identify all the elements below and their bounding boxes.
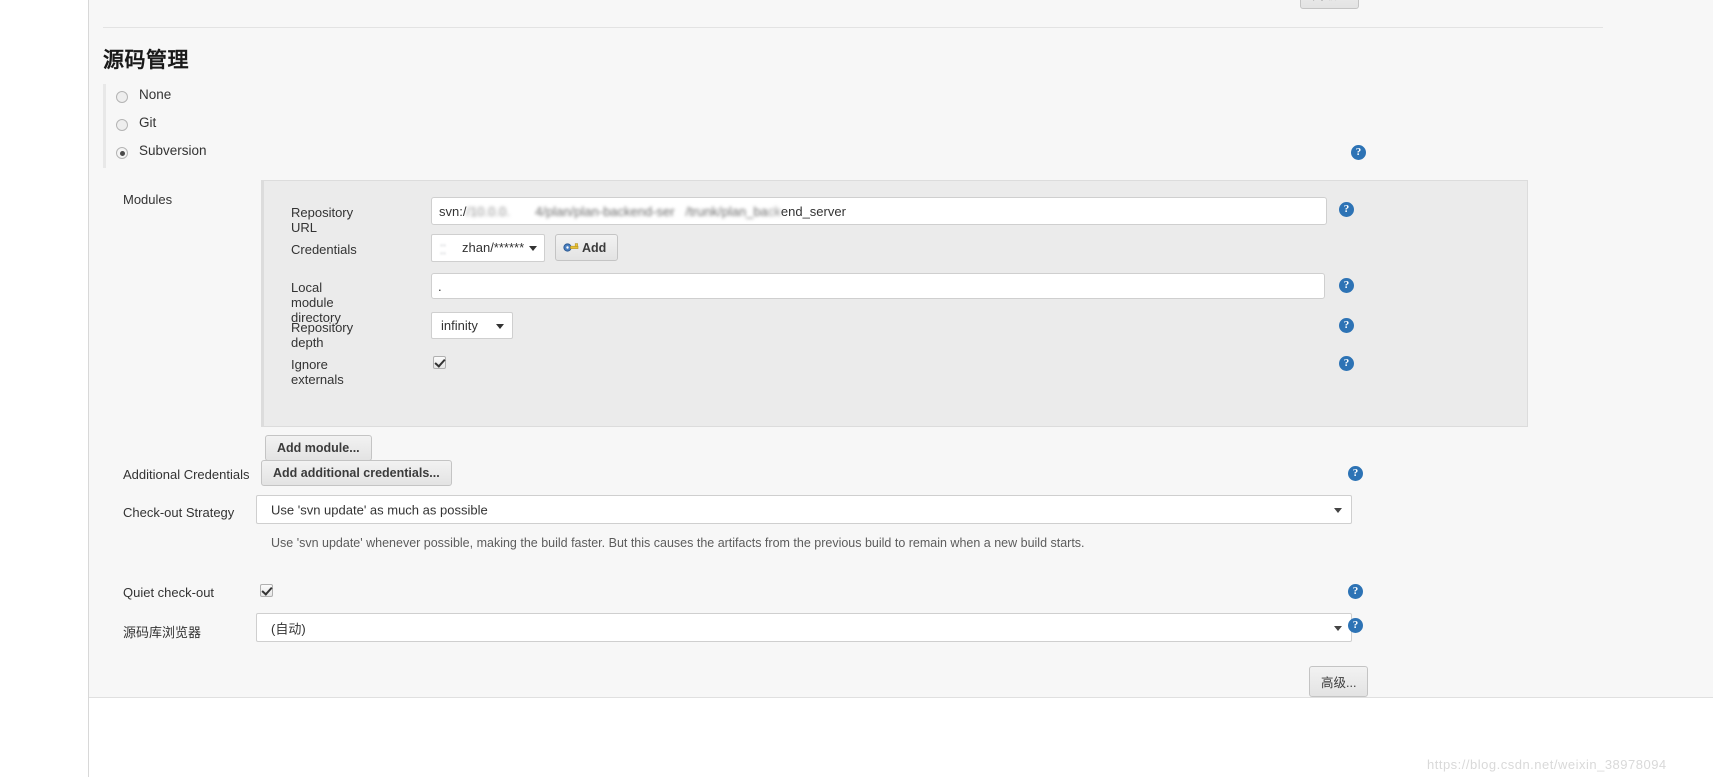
scm-radio-subversion-label: Subversion xyxy=(139,143,207,158)
chevron-down-icon-repository-browser xyxy=(1334,625,1342,631)
local-module-directory-input[interactable] xyxy=(431,273,1325,299)
chevron-down-icon-repository-depth xyxy=(496,323,504,329)
repository-url-input[interactable]: svn://10.0.0. 4/plan/plan-backend-ser /t… xyxy=(431,197,1327,225)
ignore-externals-label: Ignore externals xyxy=(291,357,344,387)
modules-label: Modules xyxy=(123,192,173,207)
checkout-strategy-select[interactable]: Use 'svn update' as much as possible xyxy=(256,495,1352,524)
local-module-directory-label: Local module directory xyxy=(291,280,341,325)
key-icon xyxy=(563,243,579,252)
chevron-down-icon-credentials xyxy=(529,246,537,251)
additional-credentials-label: Additional Credentials xyxy=(123,467,250,482)
scm-radio-group: None Git Subversion xyxy=(103,84,1606,168)
scm-radio-git-label: Git xyxy=(139,115,157,130)
scm-radio-git[interactable]: Git xyxy=(106,112,1606,140)
ignore-externals-checkbox[interactable] xyxy=(433,356,446,369)
radio-git-icon[interactable] xyxy=(116,119,128,131)
scm-config-panel: 高级... 源码管理 None Git Subversion xyxy=(89,0,1713,777)
quiet-checkout-label: Quiet check-out xyxy=(123,585,215,600)
help-icon-local-module-directory[interactable] xyxy=(1339,278,1354,293)
help-icon-subversion[interactable] xyxy=(1351,145,1366,160)
advanced-button-bottom[interactable]: 高级... xyxy=(1309,666,1369,697)
page-left-gutter xyxy=(0,0,88,777)
checkout-strategy-description: Use 'svn update' whenever possible, maki… xyxy=(271,536,1085,550)
help-icon-quiet-checkout[interactable] xyxy=(1348,584,1363,599)
radio-none-icon[interactable] xyxy=(116,91,128,103)
add-additional-credentials-button[interactable]: Add additional credentials... xyxy=(261,460,452,486)
scm-radio-none[interactable]: None xyxy=(106,84,1606,112)
credentials-value: zhan/****** xyxy=(462,240,525,255)
help-icon-ignore-externals[interactable] xyxy=(1339,356,1354,371)
chevron-down-icon-checkout-strategy xyxy=(1334,507,1342,513)
credentials-blurred-prefix: .... xyxy=(440,239,447,255)
radio-subversion-icon[interactable] xyxy=(116,147,128,159)
repository-depth-value: infinity xyxy=(441,318,478,333)
help-icon-repository-url[interactable] xyxy=(1339,202,1354,217)
repository-depth-label: Repository depth xyxy=(291,320,354,350)
credentials-select[interactable]: .... zhan/****** xyxy=(431,234,545,262)
help-icon-repository-browser[interactable] xyxy=(1348,618,1363,633)
top-divider xyxy=(103,27,1603,28)
repository-depth-select[interactable]: infinity xyxy=(431,312,513,339)
add-credentials-button[interactable]: Add xyxy=(555,234,619,261)
credentials-label: Credentials xyxy=(291,242,357,257)
repository-browser-label: 源码库浏览器 xyxy=(123,625,202,640)
repository-url-label: Repository URL xyxy=(291,205,354,235)
repository-url-value: svn://10.0.0. 4/plan/plan-backend-ser /t… xyxy=(439,204,846,219)
scm-radio-none-label: None xyxy=(139,87,172,102)
top-advanced-row: 高级... xyxy=(89,0,1619,24)
jenkins-job-config-page: 高级... 源码管理 None Git Subversion xyxy=(0,0,1713,777)
help-icon-additional-credentials[interactable] xyxy=(1348,466,1363,481)
quiet-checkout-checkbox[interactable] xyxy=(260,584,273,597)
checkout-strategy-label: Check-out Strategy xyxy=(123,505,235,520)
add-module-button[interactable]: Add module... xyxy=(265,435,372,461)
repository-browser-value: (自动) xyxy=(271,621,306,636)
scm-radio-subversion[interactable]: Subversion xyxy=(106,140,1606,168)
page-title: 源码管理 xyxy=(103,49,189,72)
module-repeatable-box: Repository URL svn://10.0.0. 4/plan/plan… xyxy=(261,180,1528,427)
add-credentials-button-label: Add xyxy=(582,240,607,255)
repository-browser-select[interactable]: (自动) xyxy=(256,613,1352,642)
checkout-strategy-value: Use 'svn update' as much as possible xyxy=(271,502,488,517)
help-icon-repository-depth[interactable] xyxy=(1339,318,1354,333)
watermark-text: https://blog.csdn.net/weixin_38978094 xyxy=(1427,757,1667,772)
advanced-button-top[interactable]: 高级... xyxy=(1300,0,1360,9)
